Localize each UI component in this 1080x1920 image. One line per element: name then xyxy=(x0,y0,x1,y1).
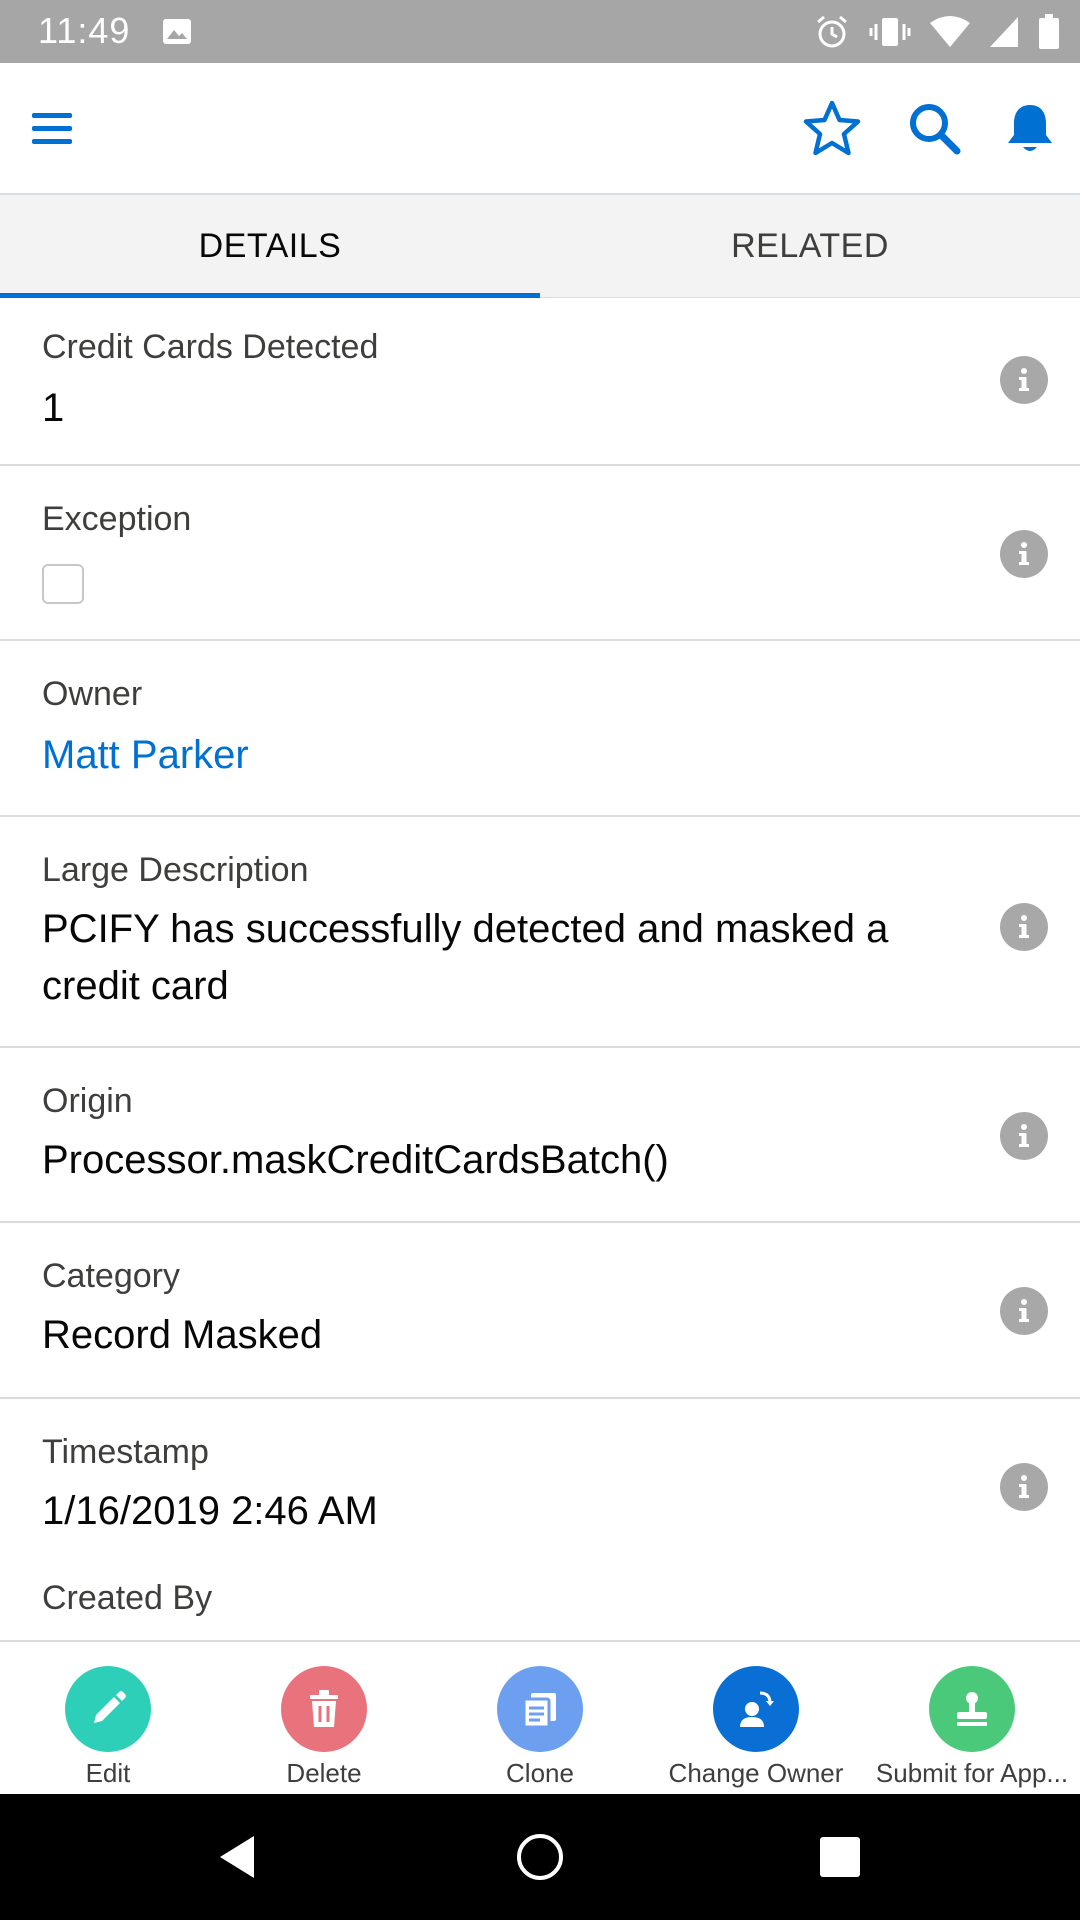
clone-button[interactable]: Clone xyxy=(432,1666,648,1789)
info-icon[interactable] xyxy=(1000,1287,1048,1335)
action-label: Change Owner xyxy=(668,1758,844,1788)
field-label: Exception xyxy=(42,500,192,538)
field-label: Credit Cards Detected xyxy=(42,328,379,366)
info-icon[interactable] xyxy=(1000,903,1048,951)
info-icon[interactable] xyxy=(1000,1112,1048,1160)
app-header xyxy=(0,63,1080,195)
image-notification-icon xyxy=(163,19,191,44)
field-value: 1/16/2019 2:46 AM xyxy=(42,1489,378,1533)
submit-for-approval-button[interactable]: Submit for App... xyxy=(864,1666,1080,1789)
android-nav-bar xyxy=(0,1794,1080,1920)
field-large-description: Large Description PCIFY has successfully… xyxy=(0,817,1080,1048)
field-label: Large Description xyxy=(42,851,309,889)
action-bar: Edit Delete Clone Change Owner Submit fo… xyxy=(0,1640,1080,1796)
search-icon[interactable] xyxy=(905,99,965,159)
trash-icon xyxy=(281,1666,367,1752)
field-origin: Origin Processor.maskCreditCardsBatch() xyxy=(0,1048,1080,1223)
field-value: 1 xyxy=(42,386,65,430)
alarm-icon xyxy=(817,15,847,48)
owner-link[interactable]: Matt Parker xyxy=(42,727,962,784)
pencil-icon xyxy=(65,1666,151,1752)
status-icons xyxy=(814,12,1060,52)
field-value: PCIFY has successfully detected and mask… xyxy=(42,907,889,1008)
change-owner-button[interactable]: Change Owner xyxy=(648,1666,864,1789)
action-label: Delete xyxy=(286,1758,362,1788)
field-value: Record Masked xyxy=(42,1313,323,1357)
change-owner-icon xyxy=(713,1666,799,1752)
exception-checkbox[interactable] xyxy=(42,564,84,604)
menu-icon[interactable] xyxy=(30,99,90,159)
home-icon[interactable] xyxy=(515,1832,565,1882)
record-tabs: DETAILS RELATED xyxy=(0,195,1080,298)
info-icon[interactable] xyxy=(1000,356,1048,404)
info-icon[interactable] xyxy=(1000,530,1048,578)
tab-related-label: RELATED xyxy=(731,226,889,265)
edit-button[interactable]: Edit xyxy=(0,1666,216,1789)
field-label: Category xyxy=(42,1257,180,1295)
field-credit-cards-detected: Credit Cards Detected 1 xyxy=(0,298,1080,466)
back-icon[interactable] xyxy=(214,1832,264,1882)
star-icon[interactable] xyxy=(802,99,862,159)
action-label: Edit xyxy=(85,1758,131,1788)
bell-icon[interactable] xyxy=(1000,99,1060,159)
field-category: Category Record Masked xyxy=(0,1223,1080,1399)
field-exception: Exception xyxy=(0,466,1080,641)
action-label: Clone xyxy=(506,1758,574,1788)
status-time: 11:49 xyxy=(38,10,131,51)
stamp-icon xyxy=(929,1666,1015,1752)
field-value: Processor.maskCreditCardsBatch() xyxy=(42,1138,669,1182)
details-fields: Credit Cards Detected 1 Exception Owner … xyxy=(0,298,1080,1638)
delete-button[interactable]: Delete xyxy=(216,1666,432,1789)
field-created-by: Created By xyxy=(0,1574,1080,1638)
tab-related[interactable]: RELATED xyxy=(540,195,1080,297)
clone-icon xyxy=(497,1666,583,1752)
cell-signal-icon xyxy=(990,17,1018,47)
tab-details-label: DETAILS xyxy=(198,226,342,265)
recents-icon[interactable] xyxy=(815,1832,865,1882)
field-label: Owner xyxy=(42,675,143,713)
tab-details[interactable]: DETAILS xyxy=(0,195,540,298)
field-owner: Owner Matt Parker xyxy=(0,641,1080,817)
info-icon[interactable] xyxy=(1000,1463,1048,1511)
field-label: Created By xyxy=(42,1579,213,1617)
vibrate-icon xyxy=(869,18,911,46)
battery-icon xyxy=(1039,14,1059,49)
field-label: Origin xyxy=(42,1082,133,1120)
status-bar: 11:49 xyxy=(0,0,1080,63)
action-label: Submit for App... xyxy=(875,1758,1069,1788)
field-timestamp: Timestamp 1/16/2019 2:46 AM xyxy=(0,1399,1080,1574)
field-label: Timestamp xyxy=(42,1433,209,1471)
wifi-icon xyxy=(930,16,970,47)
